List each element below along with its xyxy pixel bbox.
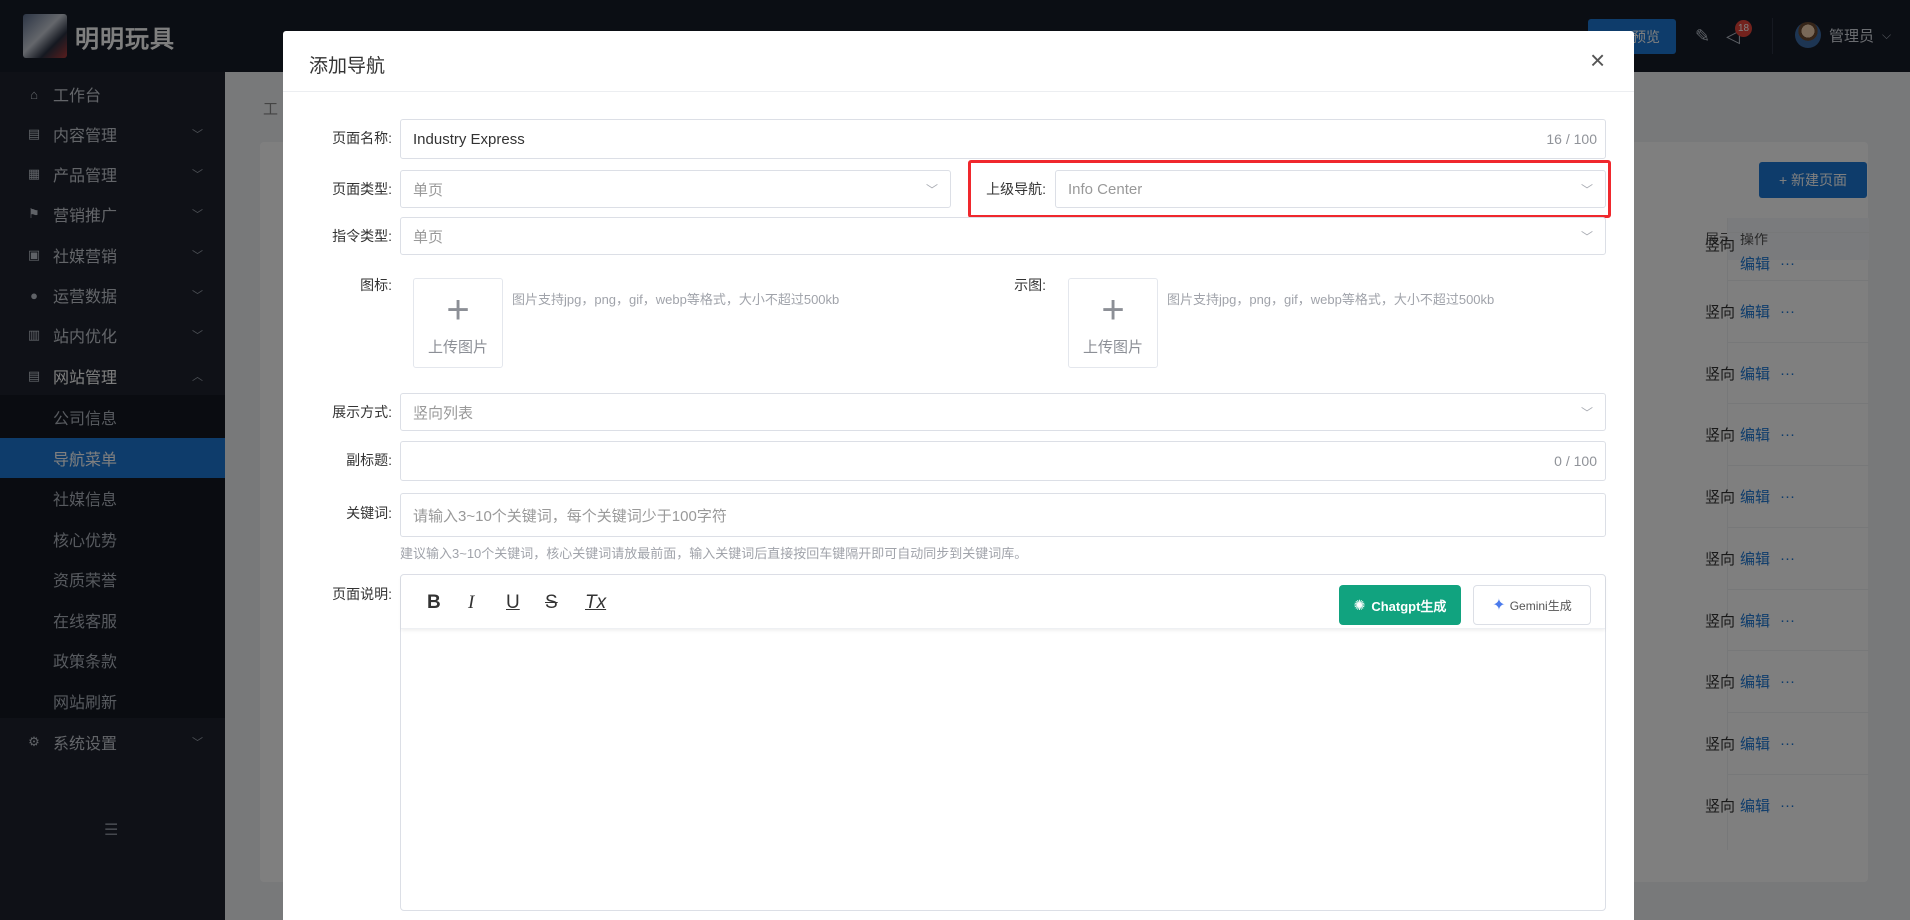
chevron-down-icon: ﹀ [1580, 229, 1593, 244]
sample-image-label: 示图: [1014, 277, 1046, 293]
keywords-hint: 建议输入3~10个关键词，核心关键词请放最前面，输入关键词后直接按回车键隔开即可… [400, 546, 1028, 561]
display-mode-value: 竖向列表 [413, 404, 474, 422]
keywords-label: 关键词: [346, 505, 392, 521]
display-mode-label: 展示方式: [332, 404, 392, 420]
page-name-value: Industry Express [413, 130, 525, 148]
bold-button[interactable]: B [427, 592, 441, 614]
editor-toolbar: B I U S Tx ✺ Chatgpt生成 ✦ Gemini生成 [401, 575, 1605, 629]
chatgpt-label: Chatgpt生成 [1371, 598, 1447, 614]
gemini-generate-button[interactable]: ✦ Gemini生成 [1473, 585, 1591, 625]
openai-icon: ✺ [1353, 596, 1366, 613]
command-type-label: 指令类型: [332, 228, 392, 244]
sample-image-upload[interactable]: + 上传图片 [1068, 278, 1158, 368]
page-type-select[interactable]: 单页 ﹀ [400, 170, 951, 208]
rich-text-editor[interactable]: B I U S Tx ✺ Chatgpt生成 ✦ Gemini生成 [400, 574, 1606, 911]
keywords-input[interactable]: 请输入3~10个关键词，每个关键词少于100字符 [400, 493, 1606, 537]
chevron-down-icon: ﹀ [925, 182, 938, 197]
page-name-input[interactable]: Industry Express 16 / 100 [400, 119, 1606, 159]
chevron-down-icon: ﹀ [1580, 405, 1593, 420]
icon-label: 图标: [360, 277, 392, 293]
display-mode-select[interactable]: 竖向列表 ﹀ [400, 393, 1606, 431]
dialog-divider [283, 91, 1634, 92]
page-name-label: 页面名称: [332, 130, 392, 146]
close-icon[interactable]: × [1590, 47, 1605, 73]
subtitle-input[interactable]: 0 / 100 [400, 441, 1606, 481]
gemini-icon: ✦ [1492, 597, 1506, 614]
page-type-value: 单页 [413, 181, 444, 199]
highlight-box [968, 160, 1611, 218]
chatgpt-generate-button[interactable]: ✺ Chatgpt生成 [1339, 585, 1461, 625]
command-type-select[interactable]: 单页 ﹀ [400, 217, 1606, 255]
plus-icon: + [446, 287, 470, 332]
upload-label: 上传图片 [427, 338, 488, 356]
dialog-title: 添加导航 [309, 56, 386, 77]
italic-button[interactable]: I [468, 592, 474, 614]
subtitle-label: 副标题: [346, 452, 392, 468]
description-label: 页面说明: [332, 586, 392, 602]
page-name-counter: 16 / 100 [1546, 131, 1597, 147]
underline-button[interactable]: U [506, 592, 520, 614]
sample-image-hint: 图片支持jpg，png，gif，webp等格式，大小不超过500kb [1167, 292, 1495, 307]
subtitle-counter: 0 / 100 [1554, 453, 1597, 469]
command-type-value: 单页 [413, 228, 444, 246]
icon-hint: 图片支持jpg，png，gif，webp等格式，大小不超过500kb [512, 292, 840, 307]
keywords-placeholder: 请输入3~10个关键词，每个关键词少于100字符 [413, 507, 727, 525]
icon-upload[interactable]: + 上传图片 [413, 278, 503, 368]
gemini-label: Gemini生成 [1509, 598, 1572, 613]
page-type-label: 页面类型: [332, 181, 392, 197]
upload-label: 上传图片 [1082, 338, 1143, 356]
clear-format-button[interactable]: Tx [585, 592, 606, 614]
strikethrough-button[interactable]: S [545, 592, 558, 614]
plus-icon: + [1101, 287, 1125, 332]
